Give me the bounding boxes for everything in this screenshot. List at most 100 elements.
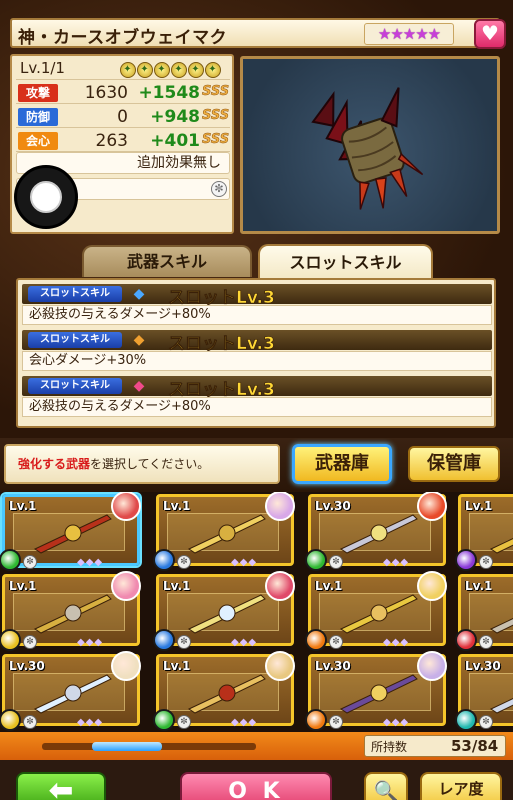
slot-gem-icon: ◆◆◆ (77, 557, 104, 568)
weapon-level: Lv.1 (465, 499, 493, 513)
slot-gem-icon: ◆◆◆ (231, 637, 258, 648)
rarity-sort-button[interactable]: レア度 (420, 772, 502, 800)
slot-gem-icon: ◆◆◆ (77, 637, 104, 648)
weapon-thumbnail (339, 674, 418, 714)
weapon-card[interactable]: Lv.1✼◆◆◆ (0, 492, 141, 571)
weapon-card[interactable]: Lv.30 ✼ ◆◆◆ (305, 651, 447, 731)
weapon-card[interactable]: Lv.1 ✼ ◆◆◆ (153, 571, 295, 651)
stat-base: 263 (95, 131, 128, 151)
element-icon (0, 629, 21, 651)
slot-gem-icon: ◆ (133, 332, 145, 348)
gear-icon: ✼ (177, 635, 191, 649)
weapon-thumbnail (339, 594, 418, 634)
inventory-value: 53/84 (451, 737, 499, 755)
element-icon (153, 549, 175, 571)
gear-icon: ✼ (177, 555, 191, 569)
slot-skill-item: スロットスキル ◆ スロットLv.3 必殺技の与えるダメージ+80% (22, 376, 492, 420)
weapon-thumbnail (33, 514, 112, 554)
stat-grade: SSS (202, 108, 230, 124)
element-icon (305, 709, 327, 731)
search-icon: 🔍 (373, 779, 399, 800)
weapon-level: Lv.1 (163, 579, 191, 593)
weapon-detail-panel: 神・カースオブウェイマク ★★★★★ ♥ Lv.1/1 ✦ ✦ ✦ ✦ ✦ ✦ 攻撃 16… (0, 0, 513, 438)
count-bar: 所持数 53/84 (0, 732, 513, 760)
instruction-bar: 強化する武器を選択してください。 武器庫 保管庫 (0, 438, 513, 492)
skill-description: 必殺技の与えるダメージ+80% (22, 305, 492, 325)
back-button[interactable]: ⬅ (16, 772, 106, 800)
slot-gem-icon: ◆◆◆ (383, 557, 410, 568)
gear-icon: ✼ (329, 635, 343, 649)
character-portrait (265, 651, 295, 681)
gear-icon: ✼ (329, 715, 343, 729)
stat-bonus: +1548 (138, 83, 200, 103)
rarity-stars: ★★★★★ (364, 23, 454, 45)
slot-skill-list: スロットスキル ◆ スロットLv.3 必殺技の与えるダメージ+80% スロットス… (16, 278, 496, 428)
character-portrait (111, 571, 141, 601)
tab-slot-skill[interactable]: スロットスキル (258, 244, 433, 280)
weapon-name-bar: 神・カースオブウェイマク ★★★★★ ♥ (10, 18, 506, 49)
gear-icon: ✼ (211, 181, 227, 197)
element-icon (305, 549, 327, 571)
element-icon (455, 549, 477, 571)
weapon-level: Lv.1 (163, 659, 191, 673)
character-portrait (417, 492, 447, 521)
tab-weapon-skill[interactable]: 武器スキル (82, 245, 252, 277)
gear-icon: ✦ (188, 62, 204, 78)
weapon-card[interactable]: Lv.30✼◆◆◆ (305, 492, 447, 571)
skill-description: 会心ダメージ+30% (22, 351, 492, 371)
instruction-rest: を選択してください。 (90, 457, 210, 471)
instruction-highlight: 強化する武器 (18, 457, 91, 471)
character-portrait (111, 492, 141, 521)
storage-button[interactable]: 保管庫 (408, 446, 500, 482)
gear-icon: ✦ (154, 62, 170, 78)
weapon-card[interactable]: Lv.1✼◆◆◆ (305, 571, 447, 651)
stat-row-attack: 攻撃 1630 +1548 SSS (16, 82, 230, 104)
slot-gem-icon: ◆ (133, 378, 145, 394)
gear-icon: ✼ (23, 715, 37, 729)
search-button[interactable]: 🔍 (364, 772, 408, 800)
weapon-level: Lv.30 (465, 659, 501, 673)
stat-bonus: +948 (150, 107, 200, 127)
weapon-name: 神・カースオブウェイマク (18, 28, 228, 48)
instruction-text: 強化する武器を選択してください。 (4, 444, 280, 484)
weapon-card[interactable]: Lv.1✼◆◆◆ (455, 574, 513, 651)
stat-base: 1630 (84, 83, 128, 103)
weapon-thumbnail (187, 594, 266, 634)
weapon-thumbnail (33, 674, 112, 714)
gear-icon: ✼ (329, 555, 343, 569)
inventory-count: 所持数 53/84 (364, 735, 506, 757)
claw-weapon-image (311, 87, 424, 210)
weapon-card[interactable]: Lv.1✼◆◆◆ (153, 651, 295, 731)
stat-base: 0 (117, 107, 128, 127)
slot-gem-icon: ◆◆◆ (383, 717, 410, 728)
weapon-card[interactable]: Lv.30✼◆◆◆ (0, 651, 141, 731)
weapon-card[interactable]: Lv.1✼◆◆◆ (153, 492, 295, 571)
character-portrait (417, 571, 447, 601)
weapon-level: Lv.1 (9, 499, 37, 513)
weapon-thumbnail (339, 514, 418, 554)
gear-icon: ✦ (205, 62, 221, 78)
weapon-card[interactable]: Lv.1✼◆◆◆ (0, 571, 141, 651)
element-icon (0, 709, 21, 731)
weapon-level: Lv.30 (315, 659, 351, 673)
slot-gem-icon: ◆◆◆ (231, 717, 258, 728)
favorite-button[interactable]: ♥ (474, 19, 506, 49)
character-portrait (265, 571, 295, 601)
weapon-level: Lv.1 (315, 579, 343, 593)
skill-description: 必殺技の与えるダメージ+80% (22, 397, 492, 417)
armory-button[interactable]: 武器庫 (292, 444, 392, 484)
character-portrait (417, 651, 447, 681)
skill-tag: スロットスキル (28, 286, 122, 302)
weapon-grid: Lv.1 ✼ ◆◆◆ Lv.1 ✼ ◆◆◆ Lv.30 ✼ ◆◆◆ Lv.1 ✼ ◆◆◆ Lv.1 ✼ ◆◆… (0, 492, 513, 732)
weapon-card[interactable]: Lv.1✼◆◆◆ (455, 494, 513, 571)
scrollbar-thumb[interactable] (92, 742, 162, 751)
weapon-level: Lv.1 (465, 579, 493, 593)
slot-gem-icon: ◆◆◆ (77, 717, 104, 728)
ok-button[interactable]: O K (180, 772, 332, 800)
gear-icon: ✦ (120, 62, 136, 78)
gear-slots: ✦ ✦ ✦ ✦ ✦ ✦ (120, 60, 222, 78)
slot-skill-item: スロットスキル ◆ スロットLv.3 会心ダメージ+30% (22, 330, 492, 374)
weapon-card[interactable]: Lv.30✼◆◆◆ (455, 654, 513, 731)
element-icon (0, 549, 21, 571)
bottom-bar: ⬅ O K 🔍 レア度 (0, 760, 513, 800)
